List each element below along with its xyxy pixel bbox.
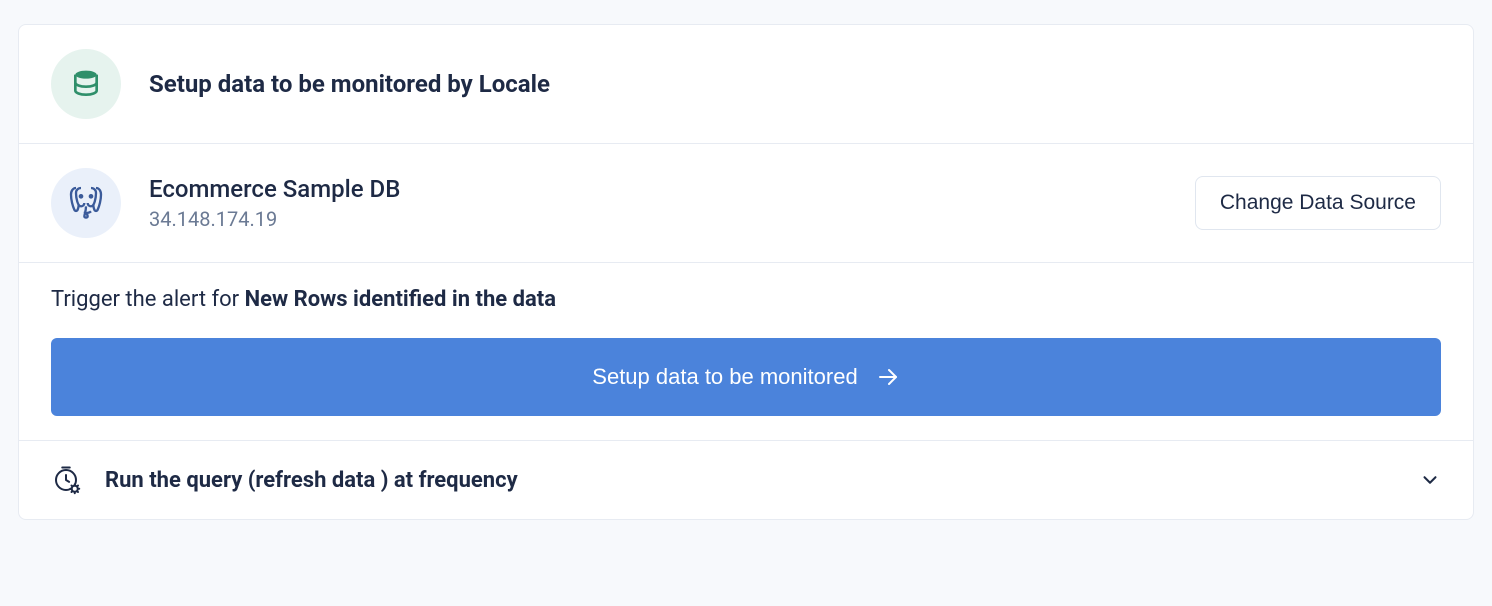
- frequency-label: Run the query (refresh data ) at frequen…: [105, 468, 518, 493]
- arrow-right-icon: [876, 365, 900, 389]
- setup-card: Setup data to be monitored by Locale Eco…: [18, 24, 1474, 520]
- trigger-prefix: Trigger the alert for: [51, 287, 245, 312]
- setup-header: Setup data to be monitored by Locale: [19, 25, 1473, 143]
- change-datasource-button[interactable]: Change Data Source: [1195, 176, 1441, 230]
- datasource-host: 34.148.174.19: [149, 207, 1195, 231]
- postgresql-icon: [51, 168, 121, 238]
- datasource-name: Ecommerce Sample DB: [149, 175, 1195, 203]
- trigger-strong: New Rows identified in the data: [245, 287, 556, 312]
- setup-title: Setup data to be monitored by Locale: [149, 70, 550, 98]
- clock-settings-icon: [51, 465, 81, 495]
- setup-data-button[interactable]: Setup data to be monitored: [51, 338, 1441, 416]
- trigger-description: Trigger the alert for New Rows identifie…: [51, 287, 1441, 312]
- trigger-section: Trigger the alert for New Rows identifie…: [19, 262, 1473, 440]
- chevron-down-icon: [1419, 469, 1441, 491]
- setup-data-button-label: Setup data to be monitored: [592, 364, 857, 390]
- database-icon: [51, 49, 121, 119]
- frequency-left: Run the query (refresh data ) at frequen…: [51, 465, 518, 495]
- frequency-row[interactable]: Run the query (refresh data ) at frequen…: [19, 440, 1473, 519]
- datasource-row: Ecommerce Sample DB 34.148.174.19 Change…: [19, 143, 1473, 262]
- datasource-info: Ecommerce Sample DB 34.148.174.19: [149, 175, 1195, 231]
